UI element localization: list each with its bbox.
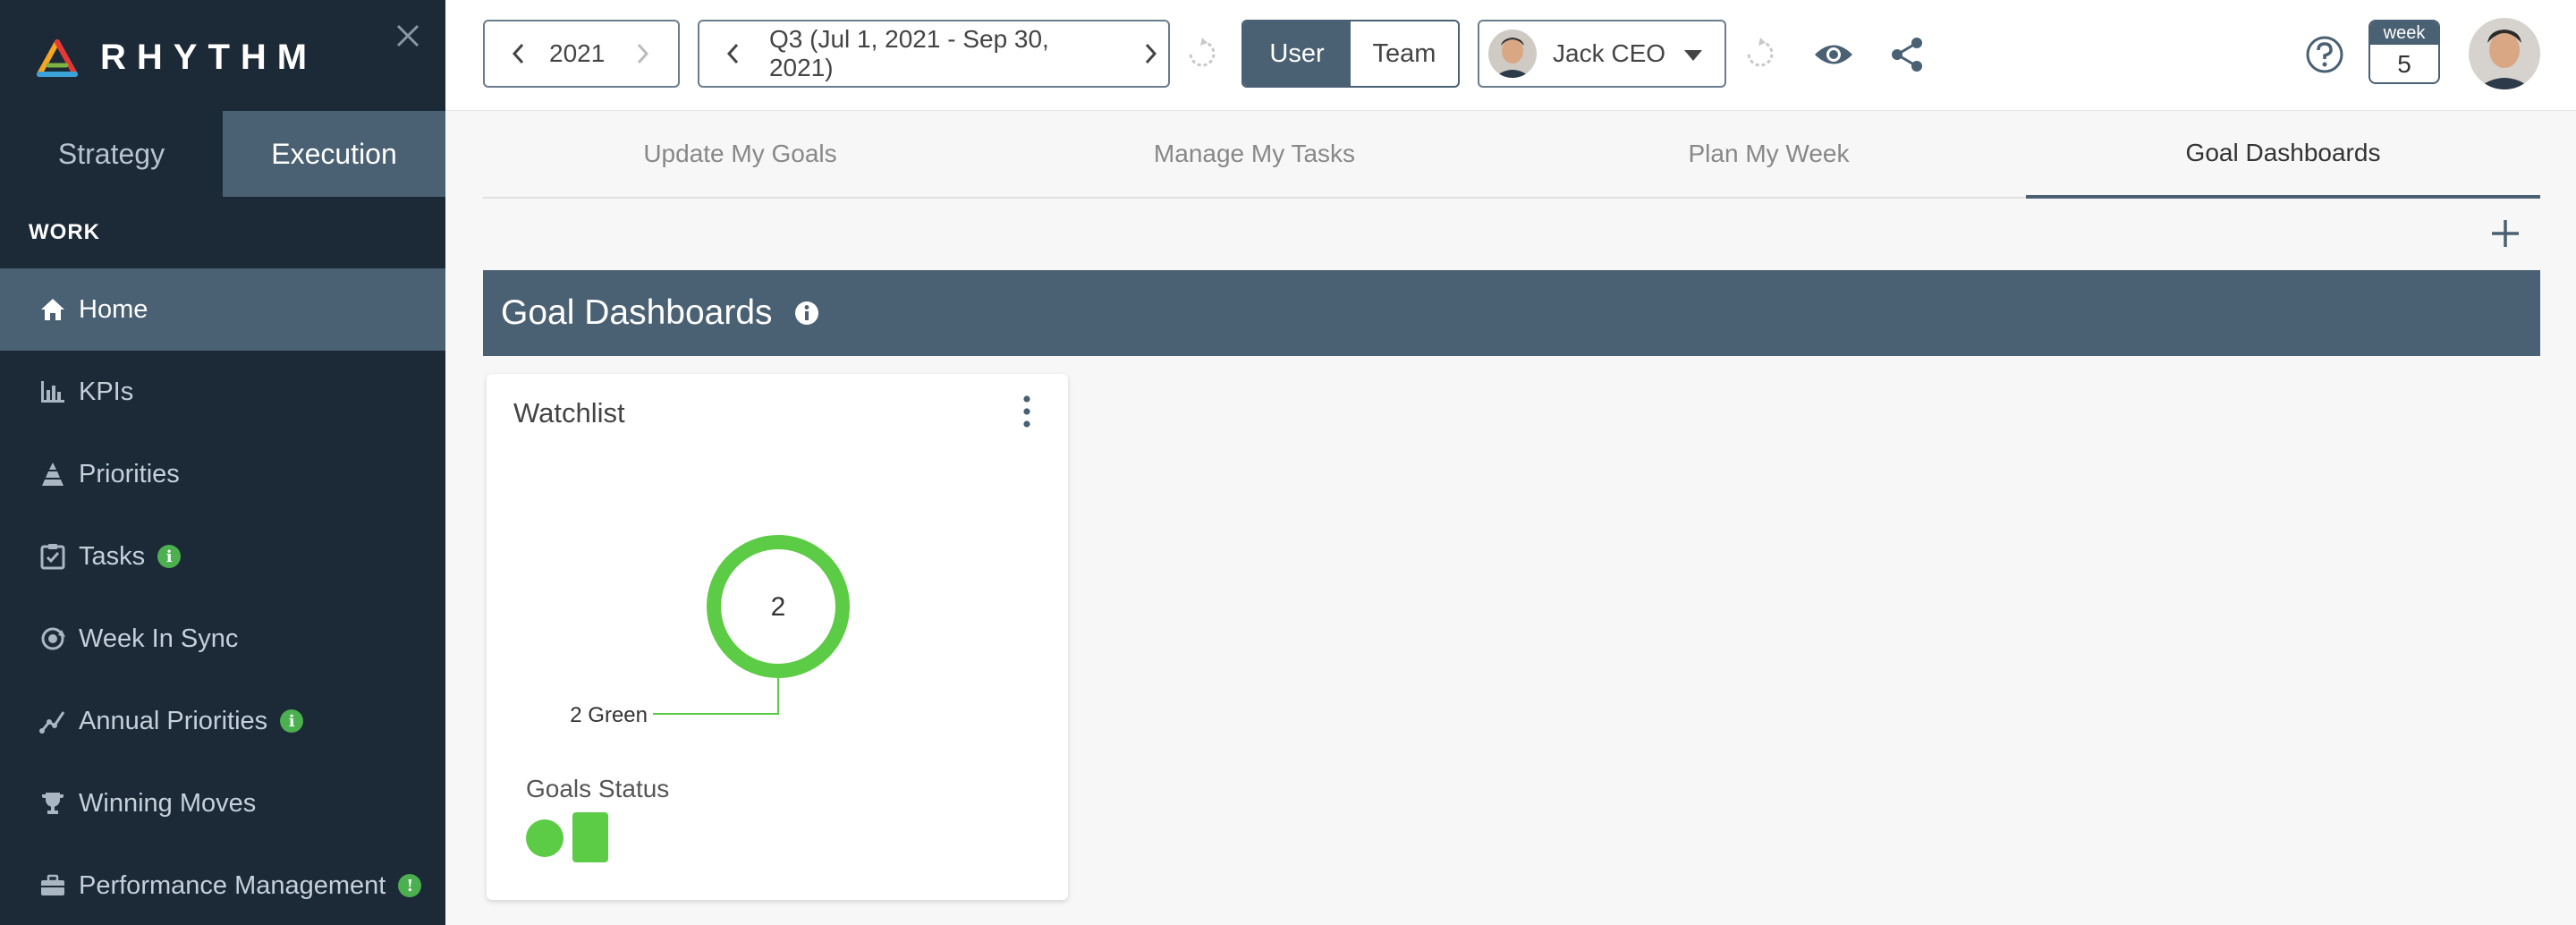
donut-center-label: 2 xyxy=(771,592,786,622)
info-icon[interactable] xyxy=(794,301,819,326)
sidebar-item-winning-moves[interactable]: Winning Moves xyxy=(0,762,445,844)
sidebar-item-label: Performance Management xyxy=(79,870,386,900)
sidebar-item-home[interactable]: Home xyxy=(0,268,445,351)
refresh-icon[interactable] xyxy=(1184,36,1220,72)
sidebar-item-label: Home xyxy=(79,294,148,324)
alert-badge: ! xyxy=(398,874,422,897)
sidebar-item-label: Winning Moves xyxy=(79,788,257,818)
sidebar-item-label: KPIs xyxy=(79,377,134,406)
sidebar-item-label: Tasks xyxy=(79,541,146,571)
page-title: Goal Dashboards xyxy=(501,293,773,332)
legend-title: Goals Status xyxy=(526,775,670,802)
period-value: Q3 (Jul 1, 2021 - Sep 30, 2021) xyxy=(768,25,1049,81)
tab-update-my-goals[interactable]: Update My Goals xyxy=(483,111,997,197)
briefcase-icon xyxy=(38,870,68,901)
chevron-right-icon[interactable] xyxy=(1132,36,1168,72)
sidebar-item-tasks[interactable]: Tasks i xyxy=(0,515,445,598)
share-icon[interactable] xyxy=(1887,34,1927,75)
trophy-icon xyxy=(38,788,68,819)
sidebar-item-priorities[interactable]: Priorities xyxy=(0,433,445,515)
week-label: week xyxy=(2370,21,2438,45)
kpi-chart-icon xyxy=(38,377,68,407)
logo-text: RHYTHM xyxy=(100,38,318,77)
sidebar-item-week-in-sync[interactable]: Week In Sync xyxy=(0,598,445,680)
year-value: 2021 xyxy=(549,39,606,67)
info-badge: i xyxy=(157,545,182,568)
avatar xyxy=(1488,30,1537,78)
info-badge: i xyxy=(280,709,304,733)
tab-goal-dashboards[interactable]: Goal Dashboards xyxy=(2026,111,2540,199)
period-selector[interactable]: Q3 (Jul 1, 2021 - Sep 30, 2021) xyxy=(698,20,1170,88)
close-icon xyxy=(396,24,419,47)
tab-plan-my-week[interactable]: Plan My Week xyxy=(1512,111,2026,197)
sidebar-item-label: Priorities xyxy=(79,459,180,488)
caret-down-icon xyxy=(1683,39,1703,68)
user-team-toggle: User Team xyxy=(1241,20,1460,88)
legend-green-dot xyxy=(526,819,564,857)
week-number: 5 xyxy=(2397,50,2411,78)
trend-icon xyxy=(38,706,68,736)
profile-avatar[interactable] xyxy=(2469,18,2540,89)
tasks-checkbox-icon xyxy=(38,541,68,572)
refresh-user-icon[interactable] xyxy=(1742,36,1778,72)
callout-line xyxy=(653,678,779,715)
topbar: 2021 Q3 (Jul 1, 2021 - Sep 30, 2021) Use… xyxy=(445,0,2576,111)
chevron-right-icon[interactable] xyxy=(624,36,660,72)
sync-icon xyxy=(38,624,68,654)
mode-tabs: Strategy Execution xyxy=(0,111,445,197)
priorities-pyramid-icon xyxy=(38,459,68,489)
section-title-work: WORK xyxy=(29,220,100,244)
dashboard-header: Goal Dashboards xyxy=(483,270,2540,356)
sidebar-nav: Home KPIs Priorities Tasks i Week In Syn… xyxy=(0,268,445,925)
year-selector[interactable]: 2021 xyxy=(483,20,680,88)
chevron-left-icon[interactable] xyxy=(716,36,751,72)
tab-strategy[interactable]: Strategy xyxy=(0,111,223,197)
sidebar-item-label: Annual Priorities xyxy=(79,706,268,735)
week-indicator[interactable]: week 5 xyxy=(2368,20,2440,84)
watchlist-card[interactable]: Watchlist 2 2 Green Goals Status xyxy=(487,374,1068,900)
eye-icon[interactable] xyxy=(1812,34,1855,75)
rhythm-logo-icon xyxy=(37,38,78,77)
tab-manage-my-tasks[interactable]: Manage My Tasks xyxy=(997,111,1512,197)
logo[interactable]: RHYTHM xyxy=(36,38,318,78)
user-selector[interactable]: Jack CEO xyxy=(1478,20,1726,88)
sidebar-item-label: Week In Sync xyxy=(79,624,239,653)
sidebar-item-kpis[interactable]: KPIs xyxy=(0,351,445,433)
add-dashboard-button[interactable] xyxy=(2485,213,2526,254)
user-name: Jack CEO xyxy=(1553,39,1666,67)
sidebar: RHYTHM Strategy Execution WORK Home KPIs xyxy=(0,0,445,925)
callout-label: 2 Green xyxy=(570,703,648,727)
segment-user[interactable]: User xyxy=(1243,21,1351,86)
chevron-left-icon[interactable] xyxy=(501,36,537,72)
segment-team[interactable]: Team xyxy=(1351,21,1458,86)
close-sidebar-button[interactable] xyxy=(390,18,426,54)
plus-icon xyxy=(2492,220,2519,247)
sidebar-item-performance-management[interactable]: Performance Management ! xyxy=(0,844,445,925)
home-icon xyxy=(38,294,68,325)
page-tabs: Update My Goals Manage My Tasks Plan My … xyxy=(483,111,2540,199)
sidebar-item-annual-priorities[interactable]: Annual Priorities i xyxy=(0,680,445,762)
help-icon[interactable] xyxy=(2304,34,2345,75)
legend-green-swatch xyxy=(572,812,608,862)
tab-execution[interactable]: Execution xyxy=(223,111,445,197)
